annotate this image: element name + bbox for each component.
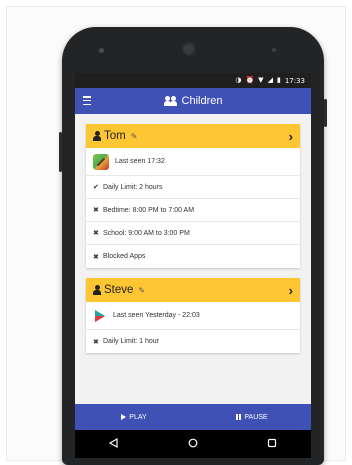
rule-text: Blocked Apps bbox=[103, 253, 146, 260]
rule-row-bedtime[interactable]: ✖ Bedtime: 8:00 PM to 7:00 AM bbox=[86, 199, 300, 222]
cross-icon: ✖ bbox=[93, 253, 99, 261]
edit-icon[interactable]: ✎ bbox=[138, 286, 145, 295]
last-seen-text: Last seen 17:32 bbox=[115, 158, 165, 165]
proximity-sensor bbox=[99, 48, 104, 53]
phone-device: ◑ ⏰ ▼ ◢ ▮ 17:33 Children Tom ✎ › Last se… bbox=[59, 27, 327, 465]
pause-button[interactable]: PAUSE bbox=[193, 404, 311, 430]
last-seen-text: Last seen Yesterday - 22:03 bbox=[113, 312, 200, 319]
rule-row-school[interactable]: ✖ School: 9:00 AM to 3:00 PM bbox=[86, 222, 300, 245]
check-icon: ✔ bbox=[93, 184, 99, 191]
play-store-icon bbox=[93, 309, 107, 323]
play-icon bbox=[121, 414, 127, 420]
play-label: PLAY bbox=[129, 413, 147, 421]
signal-icon: ◢ bbox=[267, 76, 273, 84]
back-icon[interactable] bbox=[109, 435, 119, 453]
rule-text: School: 9:00 AM to 3:00 PM bbox=[103, 229, 190, 237]
rule-text: Daily Limit: 2 hours bbox=[103, 183, 163, 191]
child-card-tom: Tom ✎ › Last seen 17:32 ✔ Daily Limit: 2… bbox=[86, 124, 300, 268]
rule-text: Daily Limit: 1 hour bbox=[103, 338, 160, 345]
cross-icon: ✖ bbox=[93, 338, 99, 346]
wifi-icon: ▼ bbox=[258, 76, 264, 84]
phone-screen: ◑ ⏰ ▼ ◢ ▮ 17:33 Children Tom ✎ › Last se… bbox=[75, 73, 311, 458]
volume-button bbox=[59, 132, 62, 172]
front-camera bbox=[182, 42, 196, 56]
sync-icon: ◑ bbox=[235, 76, 242, 84]
user-icon bbox=[93, 285, 101, 295]
users-icon bbox=[163, 96, 178, 106]
battery-icon: ▮ bbox=[276, 76, 281, 84]
bottom-action-bar: PLAY PAUSE bbox=[75, 404, 311, 430]
child-card-steve: Steve ✎ › Last seen Yesterday - 22:03 ✖ … bbox=[86, 278, 300, 353]
chevron-right-icon[interactable]: › bbox=[289, 129, 293, 144]
page-title: Children bbox=[163, 95, 223, 107]
rule-row-daily-limit[interactable]: ✔ Daily Limit: 2 hours bbox=[86, 176, 300, 199]
power-button bbox=[324, 99, 327, 127]
app-icon bbox=[93, 153, 109, 170]
pause-label: PAUSE bbox=[244, 413, 268, 421]
home-icon[interactable] bbox=[188, 435, 198, 453]
edit-icon[interactable]: ✎ bbox=[131, 132, 138, 141]
rule-row-daily-limit[interactable]: ✖ Daily Limit: 1 hour bbox=[86, 330, 300, 353]
cross-icon: ✖ bbox=[93, 207, 99, 214]
android-nav-bar bbox=[75, 430, 311, 458]
child-name: Tom bbox=[104, 130, 126, 142]
cross-icon: ✖ bbox=[93, 230, 99, 237]
play-button[interactable]: PLAY bbox=[75, 404, 193, 430]
recent-apps-icon[interactable] bbox=[267, 435, 277, 453]
screenshot-frame: ◑ ⏰ ▼ ◢ ▮ 17:33 Children Tom ✎ › Last se… bbox=[6, 6, 346, 465]
page-title-text: Children bbox=[181, 95, 223, 107]
rule-text: Bedtime: 8:00 PM to 7:00 AM bbox=[103, 206, 195, 214]
rule-row-blocked-apps[interactable]: ✖ Blocked Apps bbox=[86, 245, 300, 268]
user-icon bbox=[93, 131, 101, 141]
pause-icon bbox=[236, 414, 242, 420]
last-seen-row: Last seen 17:32 bbox=[86, 148, 300, 176]
child-card-header[interactable]: Tom ✎ › bbox=[86, 124, 300, 148]
child-card-header[interactable]: Steve ✎ › bbox=[86, 278, 300, 302]
hamburger-icon[interactable] bbox=[83, 96, 91, 105]
children-list: Tom ✎ › Last seen 17:32 ✔ Daily Limit: 2… bbox=[75, 114, 311, 404]
alarm-icon: ⏰ bbox=[245, 76, 255, 84]
last-seen-row: Last seen Yesterday - 22:03 bbox=[86, 302, 300, 330]
app-bar: Children bbox=[75, 88, 311, 114]
chevron-right-icon[interactable]: › bbox=[289, 283, 293, 298]
status-bar: ◑ ⏰ ▼ ◢ ▮ 17:33 bbox=[75, 73, 311, 88]
child-name: Steve bbox=[104, 284, 134, 296]
light-sensor bbox=[272, 48, 276, 52]
status-time: 17:33 bbox=[284, 76, 305, 85]
